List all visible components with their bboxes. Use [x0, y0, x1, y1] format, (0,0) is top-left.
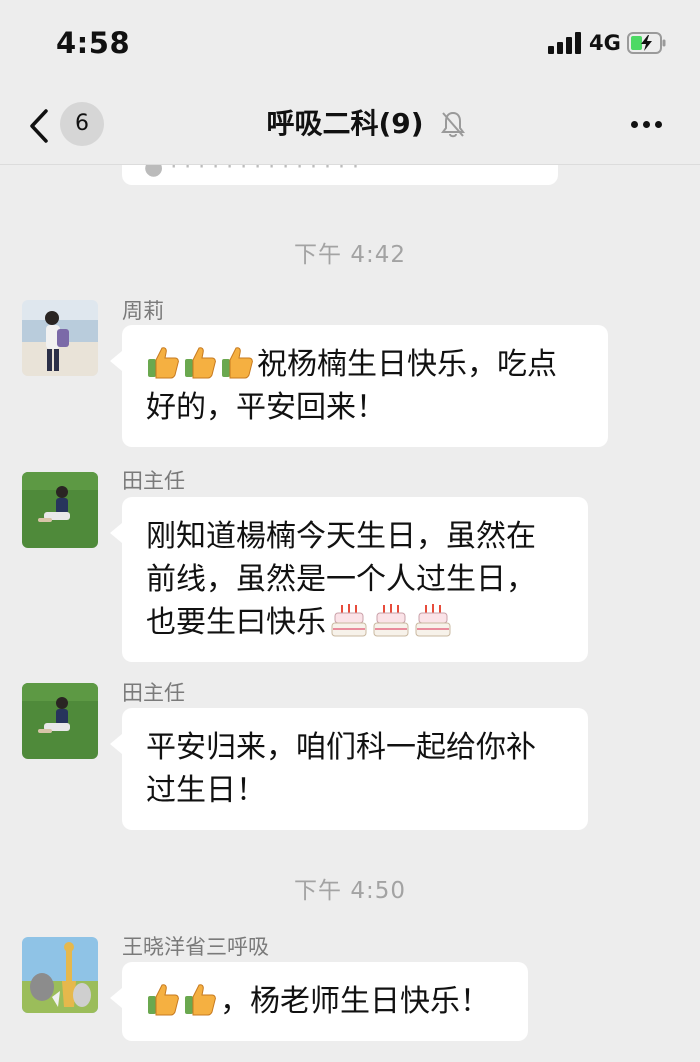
message-bubble[interactable]: 平安归来，咱们科一起给你补 过生日！ — [110, 708, 588, 830]
sender-name: 田主任 — [122, 469, 185, 493]
thumbs-up-emoji-icon — [148, 984, 179, 1016]
message-text: 祝杨楠生日快乐，吃点 — [257, 347, 557, 382]
birthday-cake-emoji-icon — [373, 604, 409, 637]
avatar[interactable] — [22, 300, 98, 376]
thumbs-up-emoji-icon — [185, 347, 216, 379]
sender-name: 王晓洋省三呼吸 — [122, 935, 269, 959]
network-type: 4G — [589, 31, 621, 55]
more-options-button[interactable] — [624, 106, 668, 142]
message-text: ，杨老师生日快乐！ — [220, 984, 490, 1019]
avatar[interactable] — [22, 937, 98, 1013]
avatar[interactable] — [22, 472, 98, 548]
chat-title: 呼吸二科(9) — [266, 107, 424, 140]
chat-message-list[interactable]: ● · · · · · · · · · · · · · · 下午 4:42 周莉… — [0, 165, 700, 1062]
thumbs-up-emoji-icon — [148, 347, 179, 379]
chat-header: 6 呼吸二科(9) — [0, 88, 700, 165]
back-chevron-icon[interactable] — [26, 108, 54, 144]
avatar[interactable] — [22, 683, 98, 759]
message-text: 平安归来，咱们科一起给你补 — [146, 730, 536, 765]
thumbs-up-emoji-icon — [222, 347, 253, 379]
thumbs-up-emoji-icon — [185, 984, 216, 1016]
message-text: 过生日！ — [146, 773, 266, 808]
birthday-cake-emoji-icon — [415, 604, 451, 637]
signal-strength-icon — [548, 32, 582, 54]
previous-message-fragment: ● · · · · · · · · · · · · · · — [144, 165, 360, 180]
message-text: 前线，虽然是一个人过生日， — [146, 562, 536, 597]
bell-slash-icon — [441, 111, 465, 138]
timestamp: 下午 4:50 — [294, 878, 406, 904]
message-text: 刚知道楊楠今天生日，虽然在 — [146, 519, 536, 554]
message-bubble[interactable]: 祝杨楠生日快乐，吃点 好的，平安回来！ — [110, 325, 608, 447]
message-text: 也要生曰快乐 — [146, 605, 326, 640]
previous-message-bubble[interactable]: ● · · · · · · · · · · · · · · — [122, 165, 558, 185]
message-bubble[interactable]: ，杨老师生日快乐！ — [110, 962, 528, 1041]
timestamp: 下午 4:42 — [294, 242, 406, 268]
message-text: 好的，平安回来！ — [146, 390, 386, 425]
sender-name: 田主任 — [122, 681, 185, 705]
message-bubble[interactable]: 刚知道楊楠今天生日，虽然在 前线，虽然是一个人过生日， 也要生曰快乐 — [110, 497, 588, 662]
birthday-cake-emoji-icon — [331, 604, 367, 637]
status-time: 4:58 — [56, 26, 131, 60]
sender-name: 周莉 — [122, 299, 164, 323]
unread-count-badge[interactable]: 6 — [60, 102, 104, 146]
battery-charging-icon — [627, 32, 666, 54]
status-bar: 4:58 4G — [0, 0, 700, 88]
